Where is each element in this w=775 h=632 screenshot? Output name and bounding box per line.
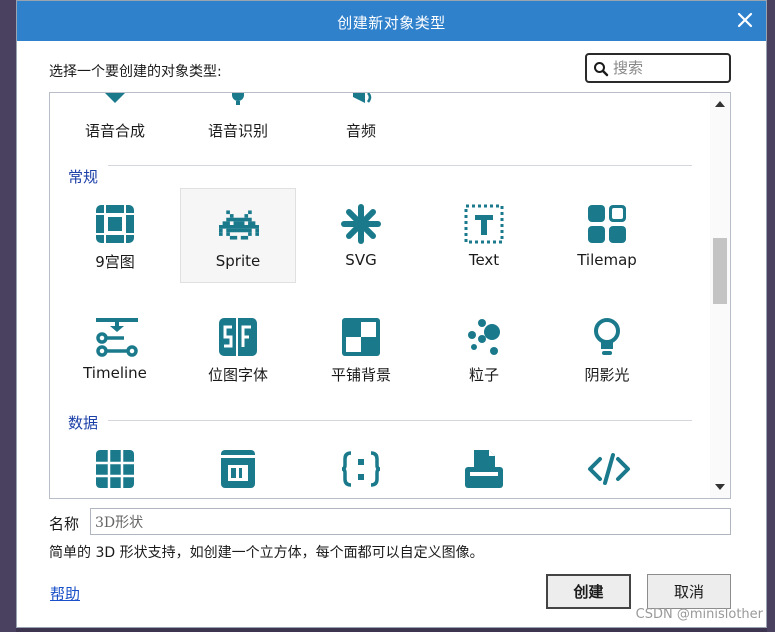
search-input[interactable] [611,58,723,78]
array-icon [96,450,134,488]
search-box[interactable] [585,53,731,83]
object-item-xml[interactable] [549,433,665,498]
close-icon [737,12,753,28]
object-item-particles[interactable]: 粒子 [426,301,542,396]
background-right [767,0,775,632]
object-item-label: Timeline [83,364,147,382]
scroll-down-arrow-icon[interactable] [715,484,725,490]
name-label: 名称 [49,515,80,533]
object-item-binary-data[interactable] [180,433,296,498]
object-item-nine-patch[interactable]: 9宫图 [57,188,173,283]
nine-patch-icon [96,205,134,243]
object-item-label: 语音合成 [84,122,145,140]
section-title-general: 常规 [68,168,99,186]
object-type-list[interactable]: 语音合成 语音识别 音频 常规 9宫图 Sprite SVG Text Tile… [49,92,731,499]
bitmap-font-icon [219,318,257,356]
svg-icon [341,204,381,244]
sprite-icon [219,210,259,240]
object-item-dictionary[interactable] [303,433,419,498]
cancel-button[interactable]: 取消 [647,574,731,609]
binary-data-icon [221,450,255,488]
object-item-label: 语音识别 [207,122,268,140]
xml-icon [588,453,630,485]
create-button[interactable]: 创建 [546,574,631,609]
section-divider [108,165,692,166]
speech-synthesis-icon [105,93,125,103]
object-item-printer[interactable] [426,433,542,498]
object-item-tiled-background[interactable]: 平铺背景 [303,301,419,396]
name-input[interactable] [90,508,731,535]
section-title-data: 数据 [68,414,99,432]
search-icon [594,62,609,77]
object-item-sprite[interactable]: Sprite [180,188,296,283]
object-item-audio[interactable]: 音频 [303,93,419,152]
object-item-label: Text [468,251,500,269]
object-item-label: SVG [345,251,377,269]
speech-recognition-icon [232,93,244,105]
dialog-title: 创建新对象类型 [337,14,446,32]
watermark: CSDN @minislother [635,607,763,622]
create-object-dialog: 创建新对象类型 选择一个要创建的对象类型: 语音合成 [16,0,767,628]
background-left [0,0,16,632]
description-text: 简单的 3D 形状支持，如创建一个立方体，每个面都可以自定义图像。 [49,545,484,561]
tilemap-icon [588,205,626,243]
help-link[interactable]: 帮助 [50,583,80,604]
timeline-icon [96,318,138,357]
object-item-label: 阴影光 [584,366,630,384]
scrollbar-thumb[interactable] [713,238,727,304]
object-item-label: 粒子 [468,366,499,384]
close-button[interactable] [734,9,756,31]
object-item-label: 位图字体 [207,366,268,384]
object-item-svg[interactable]: SVG [303,188,419,283]
object-item-speech-synthesis[interactable]: 语音合成 [57,93,173,152]
object-item-tilemap[interactable]: Tilemap [549,188,665,283]
object-item-shadow-light[interactable]: 阴影光 [549,301,665,396]
section-divider [108,420,692,421]
audio-icon [353,93,372,103]
title-bar: 创建新对象类型 [17,1,766,41]
vertical-scrollbar[interactable] [710,93,730,498]
tiled-background-icon [342,318,380,356]
object-item-array[interactable] [57,433,173,498]
scroll-up-arrow-icon[interactable] [715,101,725,107]
object-item-timeline[interactable]: Timeline [57,301,173,396]
particles-icon [468,319,500,355]
text-icon [464,204,504,244]
object-item-bitmap-font[interactable]: 位图字体 [180,301,296,396]
printer-icon [465,450,503,488]
object-item-label: 音频 [345,122,376,140]
object-item-label: Tilemap [577,251,637,269]
object-item-label: 平铺背景 [330,366,391,384]
shadow-light-icon [594,318,620,355]
object-item-label: 9宫图 [95,253,135,271]
prompt-label: 选择一个要创建的对象类型: [49,64,222,80]
dictionary-icon [341,451,381,487]
object-item-text[interactable]: Text [426,188,542,283]
object-item-label: Sprite [215,252,261,270]
object-item-speech-recognition[interactable]: 语音识别 [180,93,296,152]
